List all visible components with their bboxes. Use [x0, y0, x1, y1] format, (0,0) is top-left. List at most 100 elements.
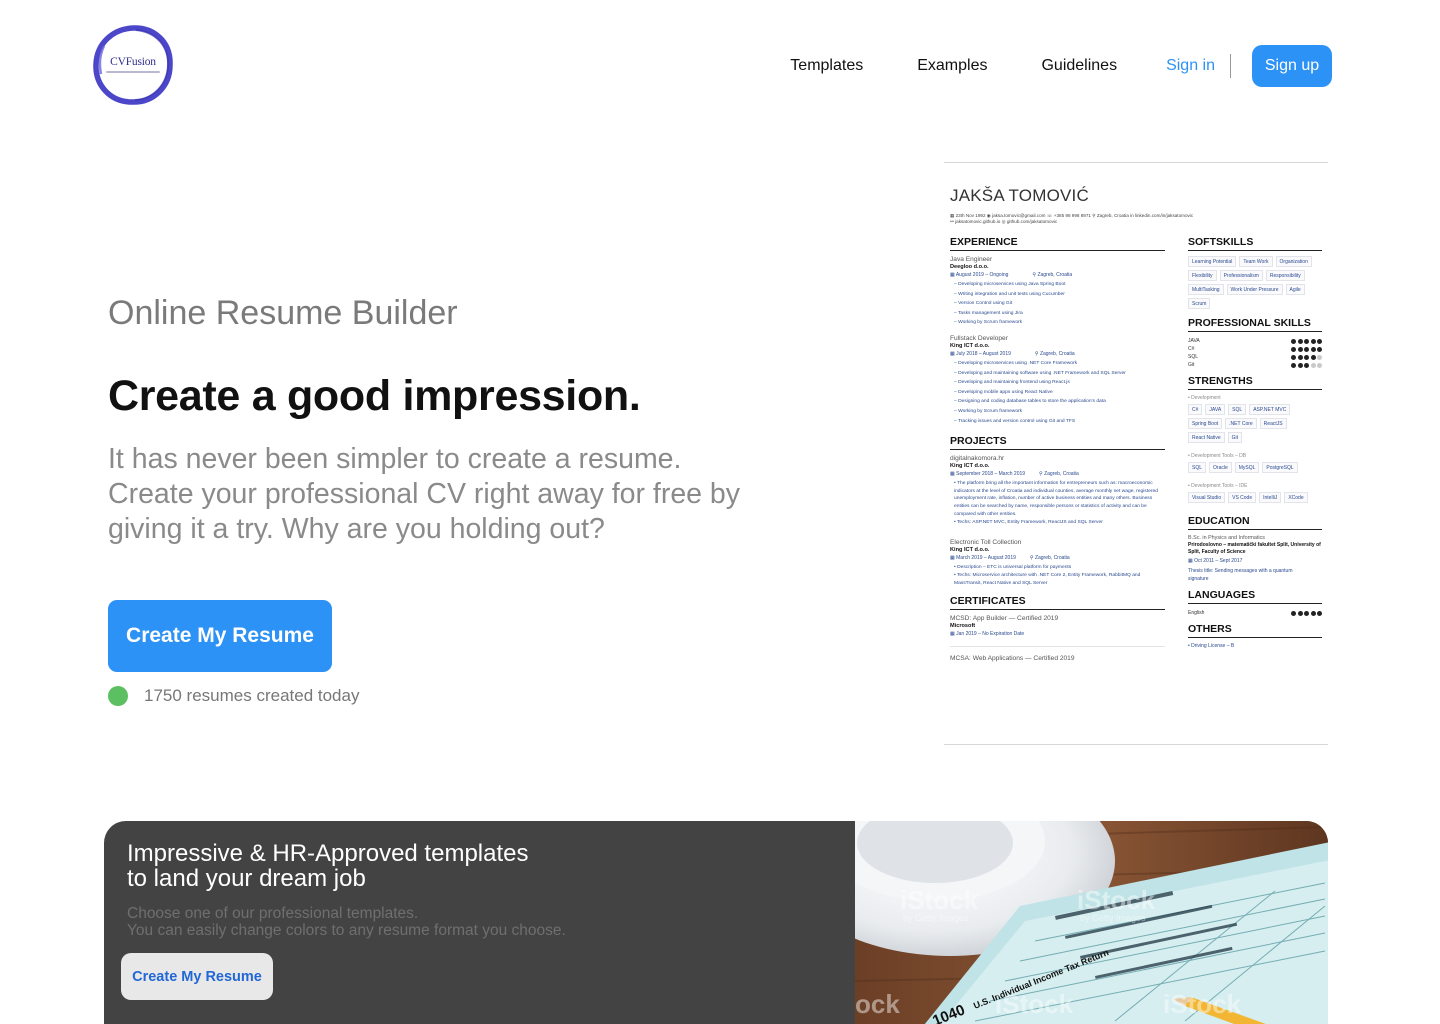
rating-dot-icon: [1291, 610, 1296, 616]
skill-tag: Responsibility: [1265, 270, 1305, 281]
rating-dot-icon: [1310, 354, 1316, 360]
resume-project-dates: ▦ September 2018 – March 2019: [950, 471, 1026, 478]
rating-dot-icon: [1297, 610, 1303, 616]
rating-dot-icon: [1310, 338, 1316, 344]
hero-description: It has never been simpler to create a re…: [108, 442, 828, 547]
skill-tag: VS Code: [1228, 492, 1257, 503]
professional-skill-list: JAVA C# SQL Git: [1188, 337, 1322, 369]
hero-title: Create a good impression.: [108, 372, 641, 420]
resume-bullet: – Developing microservices using .NET Co…: [954, 360, 1078, 366]
skill-tag: Work Under Pressure: [1226, 284, 1283, 295]
rating-dot-icon: [1304, 338, 1309, 344]
sign-up-button[interactable]: Sign up: [1252, 45, 1332, 87]
nav-divider: [1230, 54, 1231, 78]
resume-other-item: • Driving License – B: [1188, 643, 1235, 649]
resume-bullet: • Description – ETC is universal platfor…: [954, 564, 1072, 570]
resume-right-column: SOFTSKILLS Learning Potential Team Work …: [1188, 236, 1322, 649]
resume-section-heading: OTHERS: [1188, 623, 1322, 638]
watermark-credit: by Getty Images: [903, 913, 969, 923]
tax-form-photo: 1040 U.S. Individual Income Tax Return i…: [855, 821, 1328, 1024]
strength-tags: C# JAVA SQL ASP.NET MVC Spring Boot .NET…: [1188, 404, 1322, 446]
templates-banner: Impressive & HR-Approved templates to la…: [104, 821, 1328, 1024]
rating-dot-icon: [1310, 610, 1316, 616]
resume-bullet: • Techs: ASP.NET MVC, Entity Framework, …: [954, 520, 1103, 526]
skill-tag: C#: [1188, 404, 1203, 415]
strength-tags: Visual Studio VS Code IntelliJ XCode: [1188, 492, 1322, 506]
resume-bullet: – Developing and maintaining software us…: [954, 370, 1126, 376]
skill-rating-row: JAVA: [1188, 337, 1322, 345]
resume-project-meta: ▦ March 2019 – August 2019 ⚲ Zagreb, Cro…: [950, 555, 1165, 561]
banner-text-panel: Impressive & HR-Approved templates to la…: [104, 821, 855, 1024]
skill-tag: Oracle: [1209, 462, 1232, 473]
nav-guidelines-link[interactable]: Guidelines: [1041, 57, 1117, 75]
watermark-text: iStock: [1077, 885, 1156, 915]
banner-title-line: to land your dream job: [127, 864, 366, 892]
resume-section-heading: EDUCATION: [1188, 515, 1322, 530]
skill-tag: SQL: [1228, 404, 1247, 415]
resume-bullet: – Tracking issues and version control us…: [954, 418, 1076, 424]
resume-job-role: Java Engineer: [950, 256, 993, 263]
watermark-text: ock: [855, 989, 900, 1019]
resume-section-heading: CERTIFICATES: [950, 595, 1165, 611]
resume-education-dates: ▦ Oct 2011 – Sept 2017: [1188, 558, 1243, 564]
resume-project-dates: ▦ March 2019 – August 2019: [950, 554, 1016, 561]
rating-dot-icon: [1297, 354, 1303, 360]
resume-certificate-org: Microsoft: [950, 623, 976, 630]
resume-section-heading: STRENGTHS: [1188, 375, 1322, 390]
resume-left-column: EXPERIENCE Java Engineer Deegloo d.o.o. …: [950, 236, 1165, 662]
skill-tag: Agile: [1285, 284, 1305, 295]
nav-templates-link[interactable]: Templates: [790, 57, 863, 75]
resume-bullet: – Working by Scrum framework: [954, 408, 1023, 414]
resume-bullet: – Tasks management using Jira: [954, 310, 1023, 316]
resume-preview[interactable]: JAKŠA TOMOVIĆ ▦ 23th Nov 1992 ◉ jaksa.to…: [944, 162, 1328, 745]
resume-name: JAKŠA TOMOVIĆ: [950, 186, 1089, 205]
resume-contact-line: ⚯ jaksatomovic.github.io ◎ github.com/ja…: [950, 219, 1058, 224]
skill-tag: Git: [1227, 432, 1243, 443]
banner-create-resume-button[interactable]: Create My Resume: [121, 953, 273, 1000]
resume-project-location: ⚲ Zagreb, Croatia: [1039, 471, 1079, 478]
rating-dot-icon: [1304, 354, 1309, 360]
brand-name: CVFusion: [110, 56, 156, 68]
resume-certificate-title: MCSA: Web Applications — Certified 2019: [950, 655, 1075, 663]
resume-job-dates: ▦ August 2019 – Ongoing: [950, 272, 1009, 278]
rating-dot-icon: [1297, 362, 1303, 368]
create-resume-button[interactable]: Create My Resume: [108, 600, 332, 672]
skill-rating-row: C#: [1188, 345, 1322, 353]
resume-counter-text: 1750 resumes created today: [144, 686, 360, 705]
rating-dot-icon: [1310, 346, 1316, 352]
banner-subtitle-line: Choose one of our professional templates…: [127, 905, 419, 922]
skill-rating-row: Git: [1188, 361, 1322, 369]
resume-degree: B.Sc. in Physics and Informatics: [1188, 535, 1265, 541]
skill-name: JAVA: [1188, 338, 1200, 344]
strength-group-title: • Development Tools – DB: [1188, 453, 1247, 459]
resume-thesis: Thesis title: Sending messages with a qu…: [1188, 568, 1293, 582]
banner-title: Impressive & HR-Approved templates to la…: [127, 841, 528, 892]
status-dot-icon: [108, 686, 128, 706]
skill-tag: ReactJS: [1259, 418, 1287, 429]
resume-project-org: King ICT d.o.o.: [950, 463, 990, 470]
skill-tag: React Native: [1188, 432, 1225, 443]
skill-name: Git: [1188, 362, 1195, 368]
skill-rating-row: English: [1188, 609, 1322, 617]
resume-section-heading: LANGUAGES: [1188, 589, 1322, 604]
rating-dot-icon: [1297, 338, 1303, 344]
top-nav: Templates Examples Guidelines Sign in Si…: [790, 45, 1332, 87]
rating-dot-icon: [1291, 346, 1296, 352]
sign-in-link[interactable]: Sign in: [1166, 57, 1215, 75]
resume-job-role: Fullstack Developer: [950, 334, 1008, 342]
brand-logo[interactable]: CVFusion: [92, 24, 174, 106]
strength-tags: SQL Oracle MySQL PostgreSQL: [1188, 462, 1322, 476]
resume-bullet: – Designing and coding database tables t…: [954, 399, 1106, 405]
tax-form-image: 1040 U.S. Individual Income Tax Return i…: [855, 821, 1328, 1024]
skill-tag: MultiTasking: [1188, 284, 1224, 295]
resume-project-name: digitalnakomora.hr: [950, 455, 1005, 463]
skill-name: C#: [1188, 346, 1195, 352]
rating-dot-icon: [1291, 354, 1296, 360]
skill-tag: SQL: [1188, 462, 1207, 473]
skill-tag: MySQL: [1234, 462, 1260, 473]
banner-subtitle: Choose one of our professional templates…: [127, 905, 566, 939]
nav-examples-link[interactable]: Examples: [917, 57, 987, 75]
rating-dot-icon: [1297, 346, 1303, 352]
softskill-tags: Learning Potential Team Work Organizatio…: [1188, 256, 1322, 312]
rating-dots: [1290, 346, 1322, 352]
